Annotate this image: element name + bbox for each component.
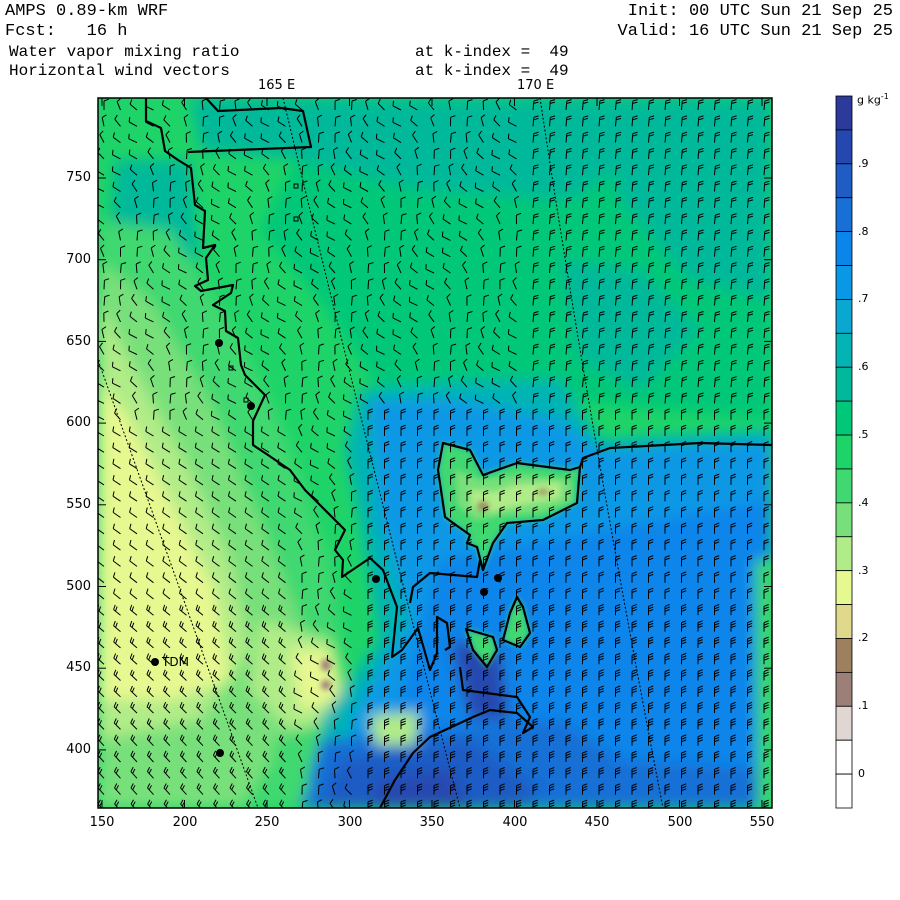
colorbar-bin [835, 773, 853, 809]
station-dot [215, 339, 223, 347]
colorbar-bin [835, 739, 853, 775]
x-tick-label: 200 [172, 815, 198, 830]
colorbar-bin [835, 570, 853, 605]
colorbar-bin [835, 163, 853, 199]
colorbar [835, 95, 853, 809]
colorbar-label: .6 [858, 360, 869, 374]
colorbar-bin [835, 197, 853, 233]
colorbar-label: .7 [858, 292, 869, 306]
colorbar-bin [835, 265, 853, 300]
station-label-tdm: TDM [162, 655, 189, 669]
y-tick-label: 400 [66, 742, 91, 757]
station-dot [372, 575, 380, 583]
x-tick-label: 150 [89, 815, 115, 830]
colorbar-bin [835, 366, 853, 402]
colorbar-label: .1 [858, 699, 869, 713]
mixing-ratio-field [98, 98, 772, 808]
colorbar-bin [835, 129, 853, 165]
x-tick-label: 550 [749, 815, 775, 830]
x-tick-label: 250 [254, 815, 280, 830]
colorbar-bin [835, 332, 853, 368]
y-tick-label: 500 [66, 579, 91, 594]
colorbar-units-text: g kg [857, 93, 881, 107]
colorbar-bin [835, 502, 853, 538]
x-tick-label: 450 [584, 815, 610, 830]
y-tick-label: 600 [66, 415, 91, 430]
x-tick-label: 500 [667, 815, 693, 830]
x-tick-label: 300 [337, 815, 363, 830]
y-tick-label: 650 [66, 334, 91, 349]
colorbar-bin [835, 231, 853, 266]
colorbar-label: .4 [858, 495, 869, 509]
station-dot [480, 588, 488, 596]
colorbar-label: .3 [858, 563, 869, 577]
map-plot [97, 95, 853, 809]
colorbar-label: .2 [858, 631, 869, 645]
colorbar-label: .5 [858, 428, 869, 442]
y-tick-label: 750 [66, 170, 91, 185]
colorbar-label: .9 [858, 156, 869, 170]
colorbar-bin [835, 705, 853, 741]
y-tick-label: 550 [66, 497, 91, 512]
colorbar-bin [835, 400, 853, 436]
x-tick-label: 400 [502, 815, 528, 830]
colorbar-units-exponent: -1 [880, 92, 889, 101]
colorbar-label: 0 [858, 767, 865, 781]
station-dot [247, 402, 255, 410]
station-dot [216, 749, 224, 757]
colorbar-bin [835, 604, 853, 639]
colorbar-bin [835, 638, 853, 673]
x-tick-label: 350 [419, 815, 445, 830]
colorbar-bin [835, 434, 853, 470]
colorbar-label: .8 [858, 224, 869, 238]
y-tick-label: 450 [66, 660, 91, 675]
colorbar-bin [835, 536, 853, 572]
colorbar-bin [835, 95, 853, 131]
colorbar-units: g kg-1 [857, 92, 889, 107]
colorbar-bin [835, 671, 853, 707]
weather-map-figure: AMPS 0.89-km WRF Fcst: 16 h Init: 00 UTC… [0, 0, 900, 900]
colorbar-bin [835, 468, 853, 504]
station-dot [494, 574, 502, 582]
colorbar-bin [835, 299, 853, 334]
y-tick-label: 700 [66, 252, 91, 267]
station-dot-tdm [151, 658, 159, 666]
